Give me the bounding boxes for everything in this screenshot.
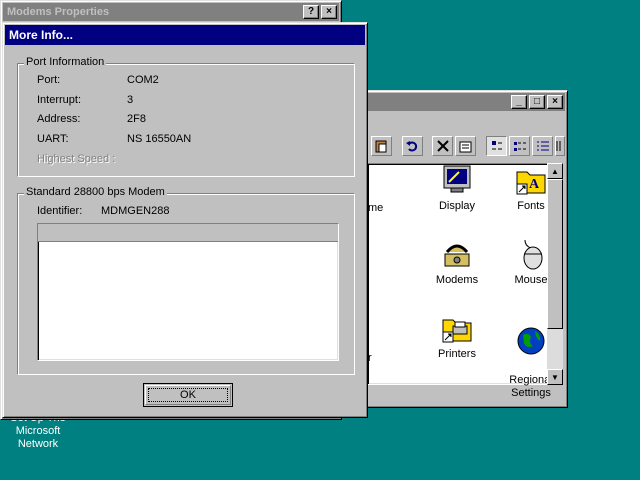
close-button[interactable]: × <box>547 95 563 109</box>
details-view-icon <box>556 141 561 151</box>
partial-item-label[interactable]: r <box>368 352 372 364</box>
identifier-label: Identifier: <box>37 205 83 217</box>
properties-icon <box>459 141 472 153</box>
paste-icon <box>375 140 387 153</box>
modems-properties-title: Modems Properties <box>7 6 110 18</box>
display-label: Display <box>438 200 476 212</box>
partial-item-label[interactable]: me <box>368 202 383 214</box>
more-info-titlebar[interactable]: More Info... <box>5 25 365 45</box>
uart-label: UART: <box>37 133 69 145</box>
fonts-folder-icon: A <box>515 164 547 196</box>
svg-text:A: A <box>529 177 540 192</box>
large-icons-view-button[interactable] <box>486 136 508 156</box>
ok-label: OK <box>180 389 196 401</box>
modem-info-title: Standard 28800 bps Modem <box>24 186 167 198</box>
delete-button[interactable] <box>432 136 454 156</box>
control-panel-toolbar <box>371 133 565 159</box>
vertical-scrollbar[interactable]: ▲ ▼ <box>547 163 563 385</box>
port-label: Port: <box>37 74 61 86</box>
modems-label: Modems <box>435 274 479 286</box>
modem-phone-icon <box>441 238 473 270</box>
printers-folder-icon <box>441 312 473 344</box>
highest-speed-label: Highest Speed : <box>37 153 116 165</box>
list-header[interactable] <box>38 224 338 242</box>
address-value: 2F8 <box>127 113 146 125</box>
details-view-button[interactable] <box>555 136 565 156</box>
modems-item[interactable]: Modems <box>422 238 492 287</box>
modem-response-list[interactable] <box>37 223 339 361</box>
list-view-icon <box>536 141 549 151</box>
undo-button[interactable] <box>401 136 423 156</box>
properties-button[interactable] <box>455 136 477 156</box>
close-button[interactable]: × <box>321 5 337 19</box>
scroll-down-button[interactable]: ▼ <box>547 369 563 385</box>
interrupt-value: 3 <box>127 94 134 106</box>
undo-icon <box>406 141 418 152</box>
modems-properties-titlebar[interactable]: Modems Properties ? × <box>3 3 339 21</box>
control-panel-icon-area: me r Display A Fonts Modems Mouse Printe… <box>367 163 563 399</box>
printers-item[interactable]: Printers <box>422 312 492 361</box>
small-icons-view-button[interactable] <box>509 136 531 156</box>
printers-label: Printers <box>438 348 476 360</box>
more-info-title: More Info... <box>9 28 73 42</box>
identifier-value: MDMGEN288 <box>101 205 170 217</box>
list-view-button[interactable] <box>532 136 553 156</box>
paste-button[interactable] <box>371 136 392 156</box>
ok-button[interactable]: OK <box>143 383 233 407</box>
globe-icon <box>515 325 547 357</box>
display-item[interactable]: Display <box>422 164 492 213</box>
more-info-dialog: More Info... Port Information Port: COM2… <box>2 22 368 418</box>
scroll-up-button[interactable]: ▲ <box>547 163 563 179</box>
small-icons-icon <box>513 142 526 151</box>
mouse-icon <box>515 238 547 270</box>
help-button[interactable]: ? <box>303 5 319 19</box>
interrupt-label: Interrupt: <box>37 94 82 106</box>
port-value: COM2 <box>127 74 159 86</box>
maximize-button[interactable]: □ <box>529 95 545 109</box>
uart-value: NS 16550AN <box>127 133 192 145</box>
address-label: Address: <box>37 113 81 125</box>
scroll-thumb[interactable] <box>547 179 563 329</box>
display-icon <box>441 164 473 196</box>
port-information-title: Port Information <box>24 56 107 68</box>
delete-icon <box>437 140 449 152</box>
large-icons-icon <box>491 141 502 150</box>
minimize-button[interactable]: _ <box>511 95 527 109</box>
